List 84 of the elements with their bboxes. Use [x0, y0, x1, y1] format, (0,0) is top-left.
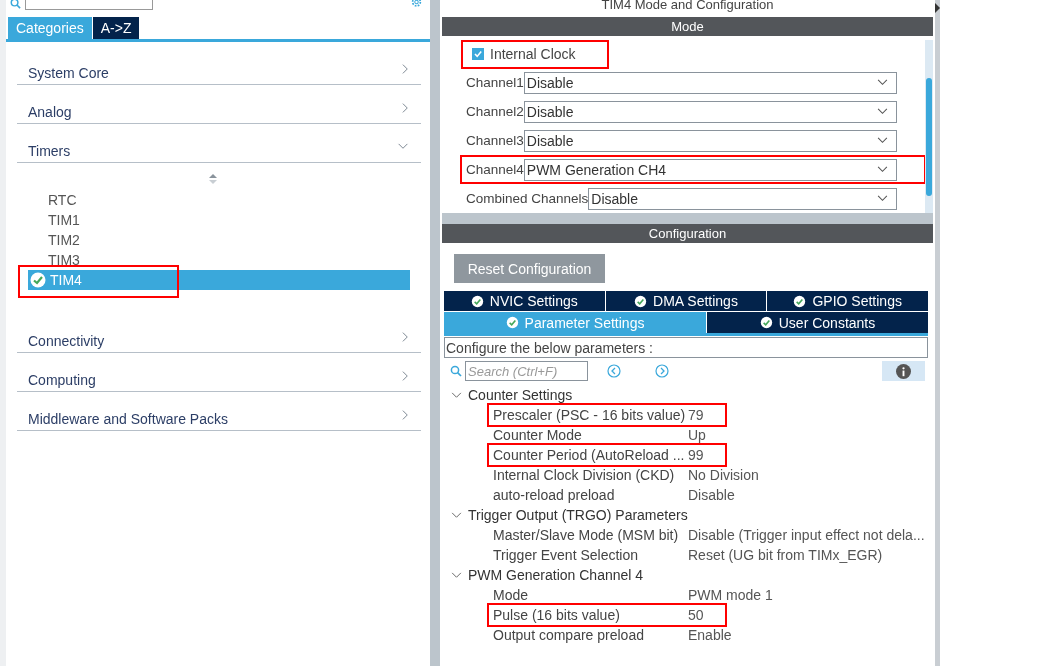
field-label: Channel3 [466, 133, 524, 148]
settings-tab[interactable]: GPIO Settings [767, 291, 928, 311]
category-row[interactable]: Connectivity [17, 314, 421, 353]
dropdown[interactable]: Disable [523, 129, 897, 152]
parameter-name: Output compare preload [493, 627, 645, 643]
panel-title: TIM4 Mode and Configuration [600, 0, 775, 14]
search-field[interactable] [25, 0, 153, 10]
category-row[interactable]: Analog [17, 85, 421, 124]
category-row[interactable]: Timers [17, 124, 421, 163]
parameter-name: Pulse (16 bits value) [493, 607, 621, 623]
parameter-value[interactable]: Up [688, 427, 706, 443]
parameter-value[interactable]: Reset (UG bit from TIMx_EGR) [688, 547, 883, 563]
field-label: Combined Channels [466, 191, 589, 206]
check-icon [505, 316, 519, 329]
parameter-name: Counter Mode [493, 427, 583, 443]
parameter-name: Prescaler (PSC - 16 bits value) [493, 407, 687, 423]
parameter-value[interactable]: Enable [688, 627, 732, 643]
parameter-value[interactable]: 99 [688, 447, 704, 463]
sort-icon [209, 174, 217, 184]
field-label: Channel4 [466, 162, 524, 177]
section-header: Mode [442, 17, 933, 36]
search-field[interactable]: Search (Ctrl+F) [465, 361, 588, 381]
dropdown[interactable]: Disable [523, 71, 897, 94]
sidebar-tab[interactable]: A->Z [92, 17, 140, 39]
chevron-down-icon [877, 166, 888, 173]
parameter-name: auto-reload preload [493, 487, 616, 503]
check-icon [470, 294, 484, 308]
settings-tab[interactable]: User Constants [707, 312, 928, 333]
settings-tab[interactable]: NVIC Settings [444, 291, 605, 311]
chevron-down-icon [877, 137, 888, 144]
parameter-name: Mode [493, 587, 530, 603]
previous-icon[interactable] [607, 364, 621, 378]
settings-tab[interactable]: DMA Settings [605, 291, 767, 311]
chevron-down-icon [451, 511, 462, 519]
chevron-right-icon [402, 63, 409, 75]
check-icon [634, 294, 648, 308]
check-icon [759, 316, 773, 329]
chevron-down-icon [451, 571, 462, 579]
timer-item[interactable]: RTC [28, 190, 421, 210]
info-button[interactable] [882, 361, 925, 381]
chevron-down-icon [877, 79, 888, 86]
chevron-down-icon [451, 391, 462, 399]
parameter-name: Counter Period (AutoReload ... [493, 447, 686, 463]
chevron-right-icon [402, 370, 409, 382]
parameter-value[interactable]: 50 [688, 607, 704, 623]
field-label: Channel2 [466, 104, 524, 119]
chevron-right-icon [402, 409, 409, 421]
parameter-value[interactable]: 79 [688, 407, 704, 423]
scrollbar-thumb[interactable] [926, 78, 932, 196]
dropdown[interactable]: Disable [588, 187, 897, 210]
chevron-down-icon [877, 195, 888, 202]
dropdown[interactable]: Disable [523, 100, 897, 123]
parameter-name: Trigger Event Selection [493, 547, 639, 563]
expand-arrow-icon[interactable] [935, 2, 940, 14]
info-icon [896, 363, 911, 379]
category-row[interactable]: Middleware and Software Packs [17, 392, 421, 431]
parameter-name: Master/Slave Mode (MSM bit) [493, 527, 680, 543]
checkmark-icon [473, 49, 483, 59]
search-icon [10, 0, 21, 9]
parameter-group[interactable]: PWM Generation Channel 4 [444, 565, 928, 585]
timer-item[interactable]: TIM1 [28, 210, 421, 230]
parameter-name: Internal Clock Division (CKD) [493, 467, 676, 483]
timer-item[interactable]: TIM2 [28, 230, 421, 250]
field-label: Channel1 [466, 75, 524, 90]
chevron-right-icon [402, 102, 409, 114]
timer-item[interactable]: TIM3 [28, 250, 421, 270]
parameter-group[interactable]: Counter Settings [444, 385, 928, 405]
parameter-value[interactable]: Disable (Trigger input effect not dela... [688, 527, 925, 543]
parameter-value[interactable]: No Division [688, 467, 759, 483]
next-icon[interactable] [655, 364, 669, 378]
section-header: Configuration [442, 224, 933, 243]
dropdown[interactable]: PWM Generation CH4 [523, 158, 897, 181]
check-icon [793, 294, 807, 308]
search-icon [450, 365, 462, 377]
description-text: Configure the below parameters : [444, 337, 928, 358]
chevron-down-icon [397, 143, 409, 150]
parameter-group[interactable]: Trigger Output (TRGO) Parameters [444, 505, 928, 525]
chevron-right-icon [402, 331, 409, 343]
chevron-down-icon [877, 108, 888, 115]
parameter-value[interactable]: PWM mode 1 [688, 587, 773, 603]
parameter-value[interactable]: Disable [688, 487, 735, 503]
category-row[interactable]: System Core [17, 46, 421, 85]
category-row[interactable]: Computing [17, 353, 421, 392]
checkbox[interactable]: Internal Clock [466, 46, 576, 62]
